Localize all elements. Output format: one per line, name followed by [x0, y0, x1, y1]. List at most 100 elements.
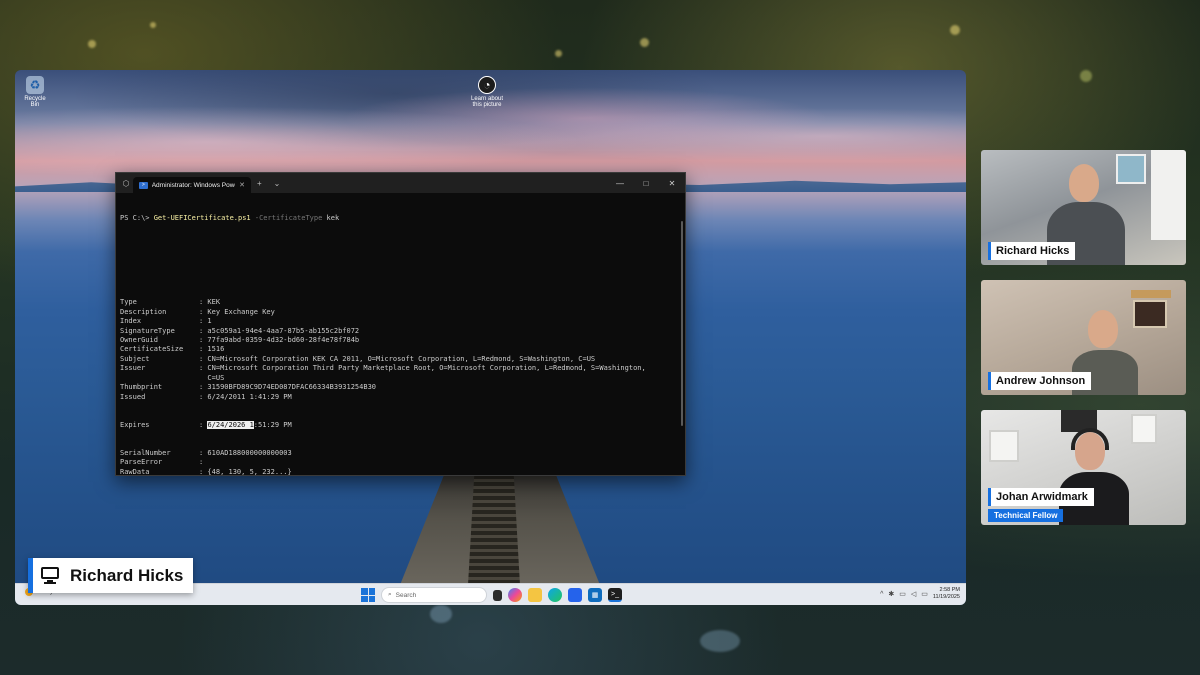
taskbar-apps: ⌕ Search ▦ >_ [361, 587, 622, 603]
participant-video [1053, 428, 1133, 525]
clock-date: 11/19/2025 [932, 594, 960, 600]
learn-about-picture-shortcut[interactable]: ◔ Learn about this picture [467, 76, 507, 108]
output-value: : 1 [199, 317, 212, 326]
terminal-scrollbar[interactable] [681, 221, 683, 426]
learn-about-picture-label: Learn about this picture [470, 96, 504, 108]
participant-name: Richard Hicks [988, 242, 1076, 260]
recycle-bin-label: Recycle Bin [24, 96, 46, 108]
participant-name: Johan Arwidmark [988, 488, 1094, 506]
start-button[interactable] [361, 588, 375, 602]
participant-tile[interactable]: Richard Hicks [981, 150, 1186, 265]
output-value: : CN=Microsoft Corporation Third Party M… [199, 364, 646, 373]
window-controls: — □ ✕ [607, 173, 685, 193]
output-row: Issued: 6/24/2011 1:41:29 PM [120, 393, 681, 402]
output-value-rest: :51:29 PM [253, 420, 292, 429]
output-key: SignatureType [120, 326, 175, 335]
output-value: : 1516 [199, 345, 225, 354]
search-icon: ⌕ [388, 591, 392, 598]
output-value: : {48, 130, 5, 232...} [199, 467, 292, 475]
output-key: Expires [120, 420, 150, 429]
bluetooth-icon[interactable]: ✱ [888, 590, 894, 598]
tab-close-icon[interactable]: ✕ [239, 181, 245, 189]
output-value: C=US [199, 373, 225, 382]
output-value: : 31590BFD89C9D74ED087DFAC66334B3931254B… [199, 383, 377, 392]
shield-icon: ⬡ [122, 178, 130, 188]
output-key: Issuer [120, 364, 146, 373]
prompt-prefix: PS C:\> [120, 213, 154, 222]
terminal-output[interactable]: PS C:\> Get-UEFICertificate.ps1 -Certifi… [116, 193, 685, 475]
output-value: : Key Exchange Key [199, 307, 275, 316]
output-row: Thumbprint : 31590BFD89C9D74ED087DFAC6633… [120, 383, 681, 392]
bokeh-light [700, 630, 740, 652]
wall-frame [989, 430, 1019, 462]
clock-time: 2:58 PM [939, 587, 960, 593]
monitor-icon [41, 566, 63, 585]
output-row: SignatureType: a5c059a1-94e4-4aa7-87b5-a… [120, 327, 681, 336]
participant-tile[interactable]: Andrew Johnson [981, 280, 1186, 395]
output-row: CertificateSize : 1516 [120, 345, 681, 354]
output-value: : 77fa9abd-0359-4d32-bd60-28f4e78f784b [199, 336, 360, 345]
recycle-bin-shortcut[interactable]: ♻ Recycle Bin [20, 76, 50, 108]
file-explorer-icon[interactable] [528, 588, 542, 602]
output-row: RawData: {48, 130, 5, 232...} [120, 468, 681, 475]
outlook-icon[interactable]: ▦ [588, 588, 602, 602]
command-prompt-line: PS C:\> Get-UEFICertificate.ps1 -Certifi… [120, 214, 681, 223]
recycle-bin-icon: ♻ [26, 76, 44, 94]
taskbar-clock[interactable]: 2:58 PM 11/19/2025 [933, 587, 960, 601]
wallpaper-pier-planks [468, 475, 520, 585]
participant-role: Technical Fellow [988, 509, 1064, 522]
output-row: Subject : CN=Microsoft Corporation KEK CA… [120, 355, 681, 364]
task-view-icon[interactable] [493, 589, 502, 601]
edge-icon[interactable] [548, 588, 562, 602]
presenter-name: Richard Hicks [70, 565, 184, 585]
taskbar-search[interactable]: ⌕ Search [381, 587, 487, 603]
minimize-button[interactable]: — [607, 179, 633, 188]
output-value: : CN=Microsoft Corporation KEK CA 2011, … [199, 354, 596, 363]
command-parameter: -CertificateType [250, 213, 323, 222]
bokeh-light [1080, 70, 1092, 82]
bokeh-light [88, 40, 96, 48]
output-row: SerialNumber: 610AD188000000000003 [120, 449, 681, 458]
window-light [1151, 150, 1186, 240]
output-value: : [199, 458, 204, 467]
close-button[interactable]: ✕ [659, 179, 685, 188]
output-row: Index : 1 [120, 317, 681, 326]
tab-dropdown-button[interactable]: ⌄ [268, 179, 287, 188]
bokeh-light [555, 50, 562, 57]
wall-shelf [1131, 290, 1171, 298]
terminal-tab-title: Administrator: Windows Powe [151, 181, 236, 189]
terminal-taskbar-icon[interactable]: >_ [608, 588, 622, 602]
output-row: C=US [120, 374, 681, 383]
volume-icon[interactable]: ◁ [911, 590, 916, 598]
output-key: ParseError [120, 458, 163, 467]
participant-name: Andrew Johnson [988, 372, 1092, 390]
chevron-up-icon[interactable]: ^ [880, 591, 883, 598]
participant-tile[interactable]: Johan Arwidmark Technical Fellow [981, 410, 1186, 525]
terminal-tab[interactable]: > Administrator: Windows Powe ✕ [133, 177, 251, 193]
output-key: Type [120, 298, 137, 307]
store-icon[interactable] [568, 588, 582, 602]
output-key: Index [120, 317, 142, 326]
output-row-expires: Expires : 6/24/2026 1:51:29 PM [120, 420, 681, 430]
bokeh-light [150, 22, 156, 28]
network-icon[interactable]: ▭ [899, 590, 906, 598]
output-row: ParseError: [120, 458, 681, 467]
presenter-lower-third: Richard Hicks [28, 558, 193, 593]
search-placeholder: Search [395, 591, 417, 599]
output-value: : KEK [199, 298, 221, 307]
output-key: CertificateSize [120, 345, 184, 354]
command-argument: kek [322, 213, 340, 222]
output-key [120, 374, 199, 383]
terminal-window[interactable]: ⬡ > Administrator: Windows Powe ✕ + ⌄ — … [115, 172, 686, 476]
bokeh-light [640, 38, 649, 47]
output-key: OwnerGuid [120, 336, 158, 345]
terminal-titlebar[interactable]: ⬡ > Administrator: Windows Powe ✕ + ⌄ — … [116, 173, 685, 193]
copilot-icon[interactable] [508, 588, 522, 602]
new-tab-button[interactable]: + [251, 179, 268, 188]
output-key: Thumbprint [120, 383, 163, 392]
maximize-button[interactable]: □ [633, 179, 659, 188]
output-key: Subject [120, 354, 150, 363]
battery-icon[interactable]: ▭ [921, 590, 928, 598]
